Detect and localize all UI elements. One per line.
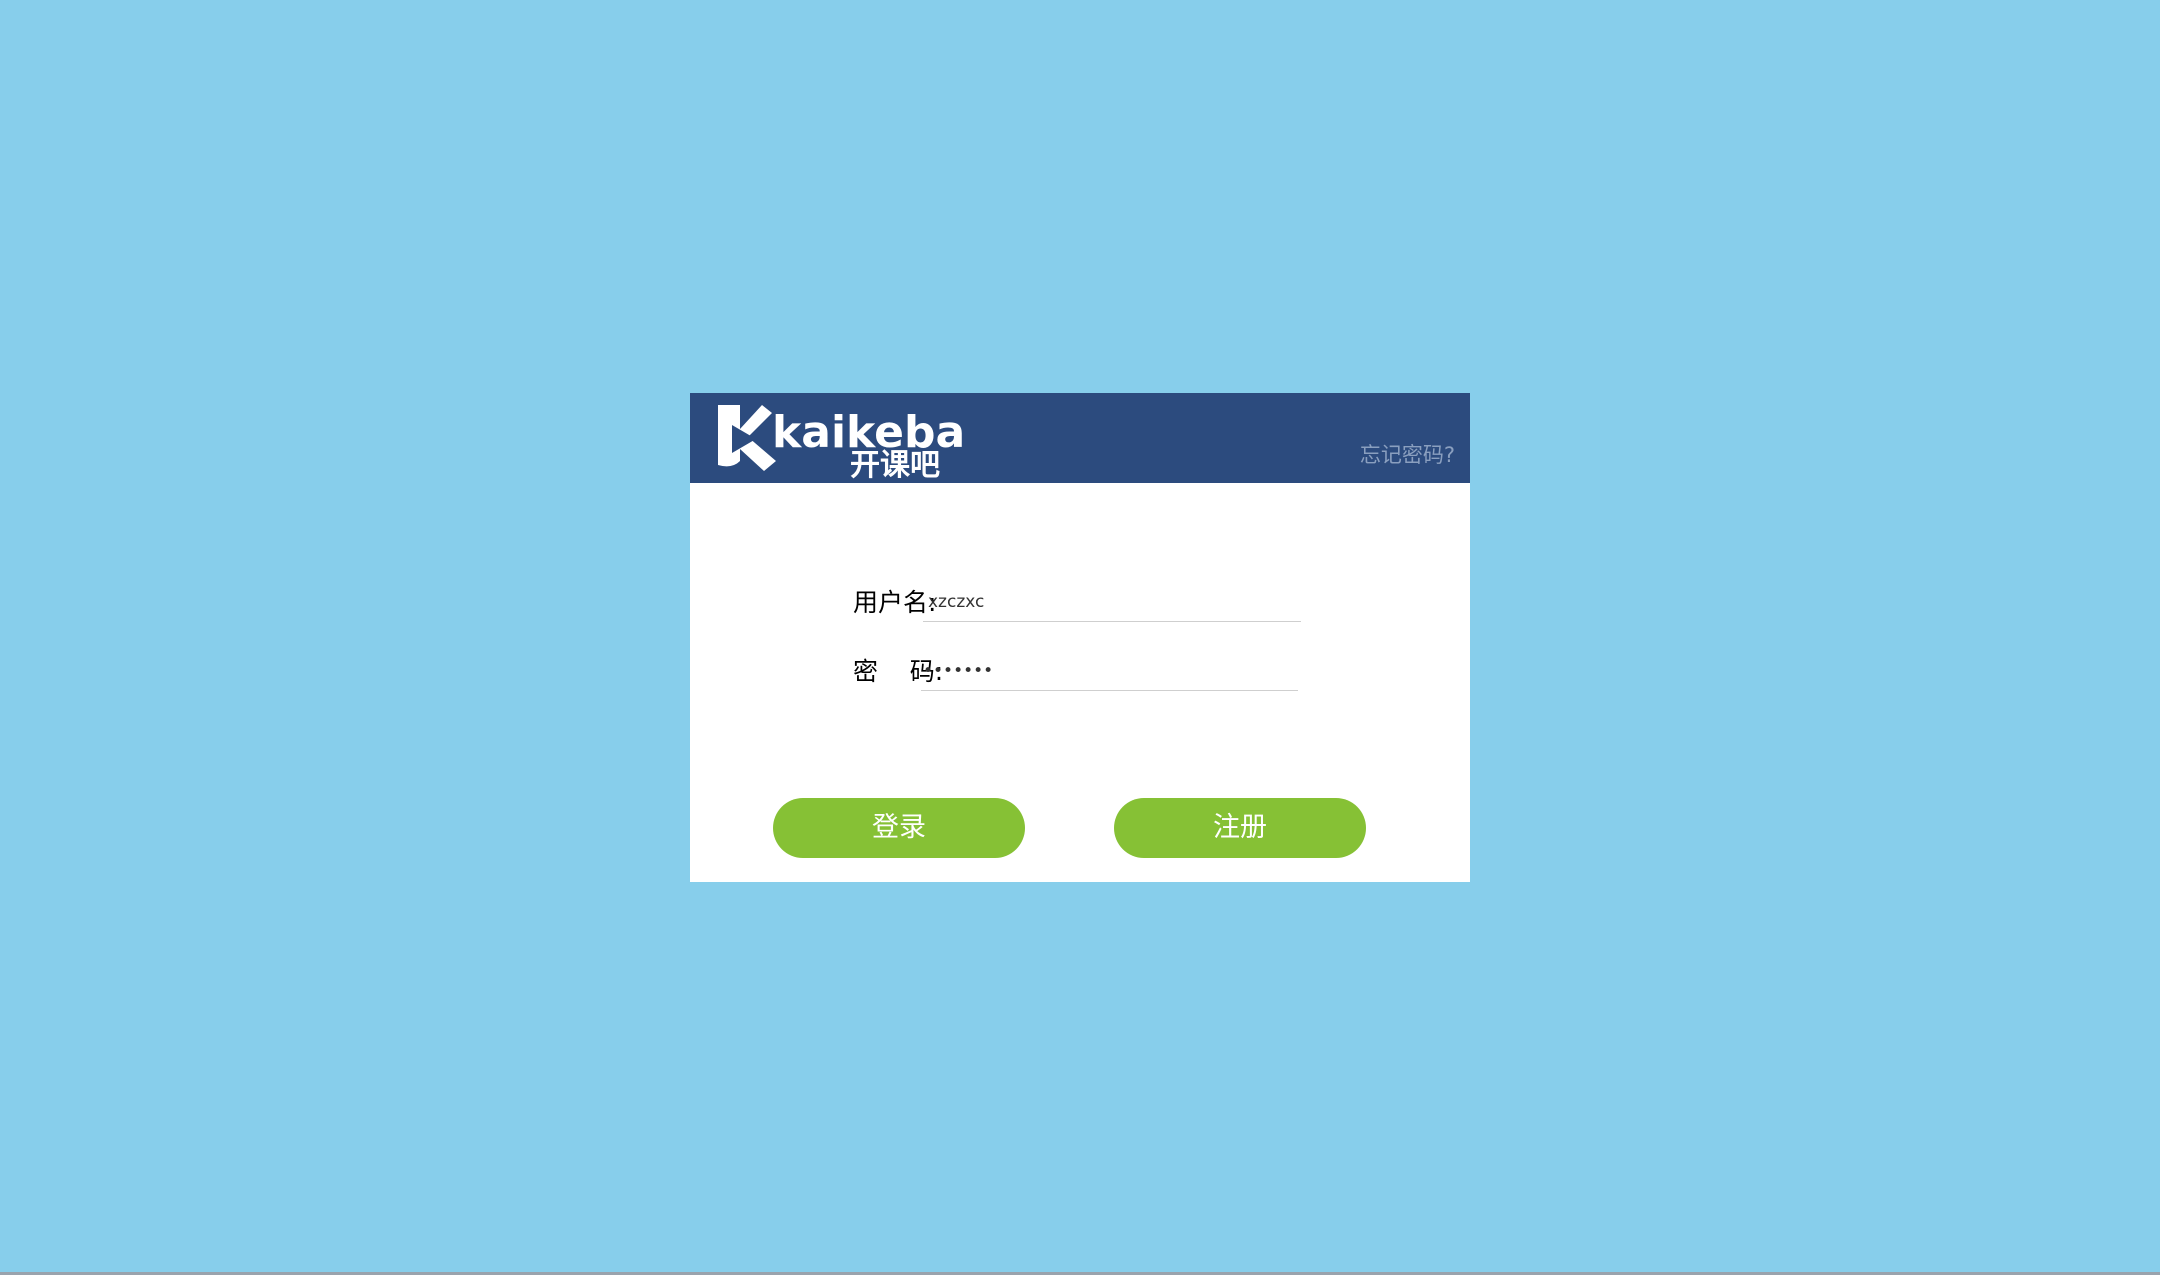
logo-subtext: 开课吧 bbox=[850, 448, 940, 479]
forgot-password-link[interactable]: 忘记密码? bbox=[1360, 439, 1455, 469]
username-row: 用户名: bbox=[853, 583, 1353, 623]
kaikeba-logo-mark: kaikeba 开课吧 bbox=[718, 405, 965, 479]
password-input[interactable] bbox=[921, 652, 1298, 691]
password-row: 密 码: bbox=[853, 652, 1353, 692]
login-card: kaikeba 开课吧 忘记密码? 用户名: 密 码: 登录 注册 bbox=[690, 393, 1470, 882]
username-input[interactable] bbox=[923, 583, 1301, 622]
card-header: kaikeba 开课吧 忘记密码? bbox=[690, 393, 1470, 483]
register-button[interactable]: 注册 bbox=[1114, 798, 1366, 858]
kaikeba-logo: kaikeba 开课吧 bbox=[710, 399, 1010, 479]
login-button[interactable]: 登录 bbox=[773, 798, 1025, 858]
